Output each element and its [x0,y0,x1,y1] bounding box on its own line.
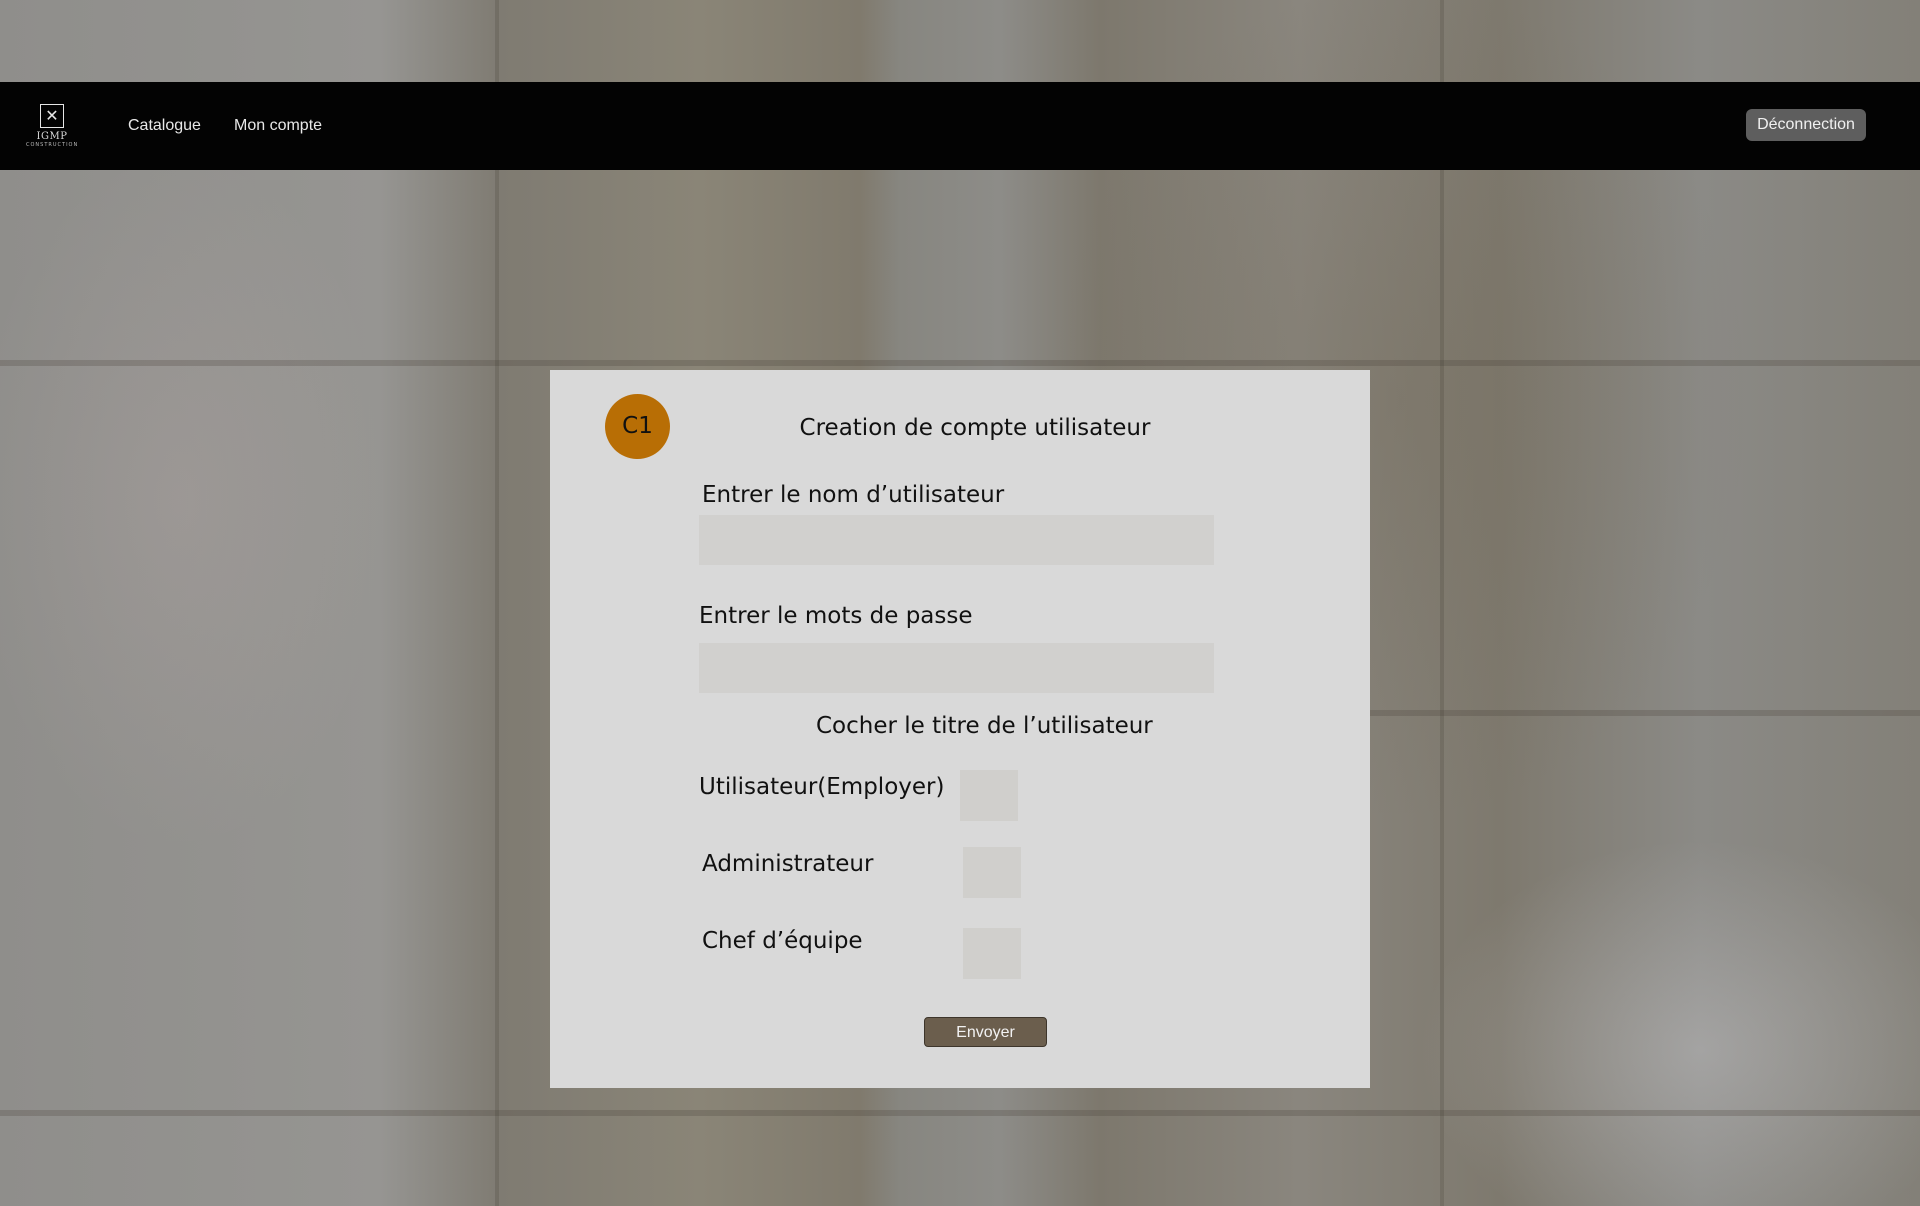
page-background: ✕ IGMP CONSTRUCTION Catalogue Mon compte… [0,0,1920,1206]
role-checkbox-administrateur[interactable] [963,847,1021,898]
password-label: Entrer le mots de passe [699,603,973,629]
password-input[interactable] [699,643,1214,693]
wall-texture [0,360,1920,366]
submit-button[interactable]: Envoyer [924,1017,1047,1047]
tools-icon: ✕ [40,104,64,128]
role-heading: Cocher le titre de l’utilisateur [816,713,1153,739]
nav-link-mon-compte[interactable]: Mon compte [234,82,322,170]
logo-name: IGMP [36,131,68,142]
logo-tagline: CONSTRUCTION [26,142,79,148]
username-label: Entrer le nom d’utilisateur [702,482,1005,508]
role-label-chef-equipe: Chef d’équipe [702,928,863,954]
wall-texture [495,0,499,1206]
brand-logo[interactable]: ✕ IGMP CONSTRUCTION [26,104,78,154]
form-title: Creation de compte utilisateur [799,415,1151,441]
wall-texture [1440,0,1444,1206]
role-checkbox-employer[interactable] [960,770,1018,821]
username-input[interactable] [699,515,1214,565]
top-navbar: ✕ IGMP CONSTRUCTION Catalogue Mon compte… [0,82,1920,170]
role-label-administrateur: Administrateur [702,851,874,877]
wall-texture [1370,710,1920,716]
wall-texture [0,1110,1920,1116]
create-user-card: C1 Creation de compte utilisateur Entrer… [550,370,1370,1088]
role-checkbox-chef-equipe[interactable] [963,928,1021,979]
role-label-employer: Utilisateur(Employer) [699,774,945,800]
logout-button[interactable]: Déconnection [1746,109,1866,141]
nav-link-catalogue[interactable]: Catalogue [128,82,201,170]
